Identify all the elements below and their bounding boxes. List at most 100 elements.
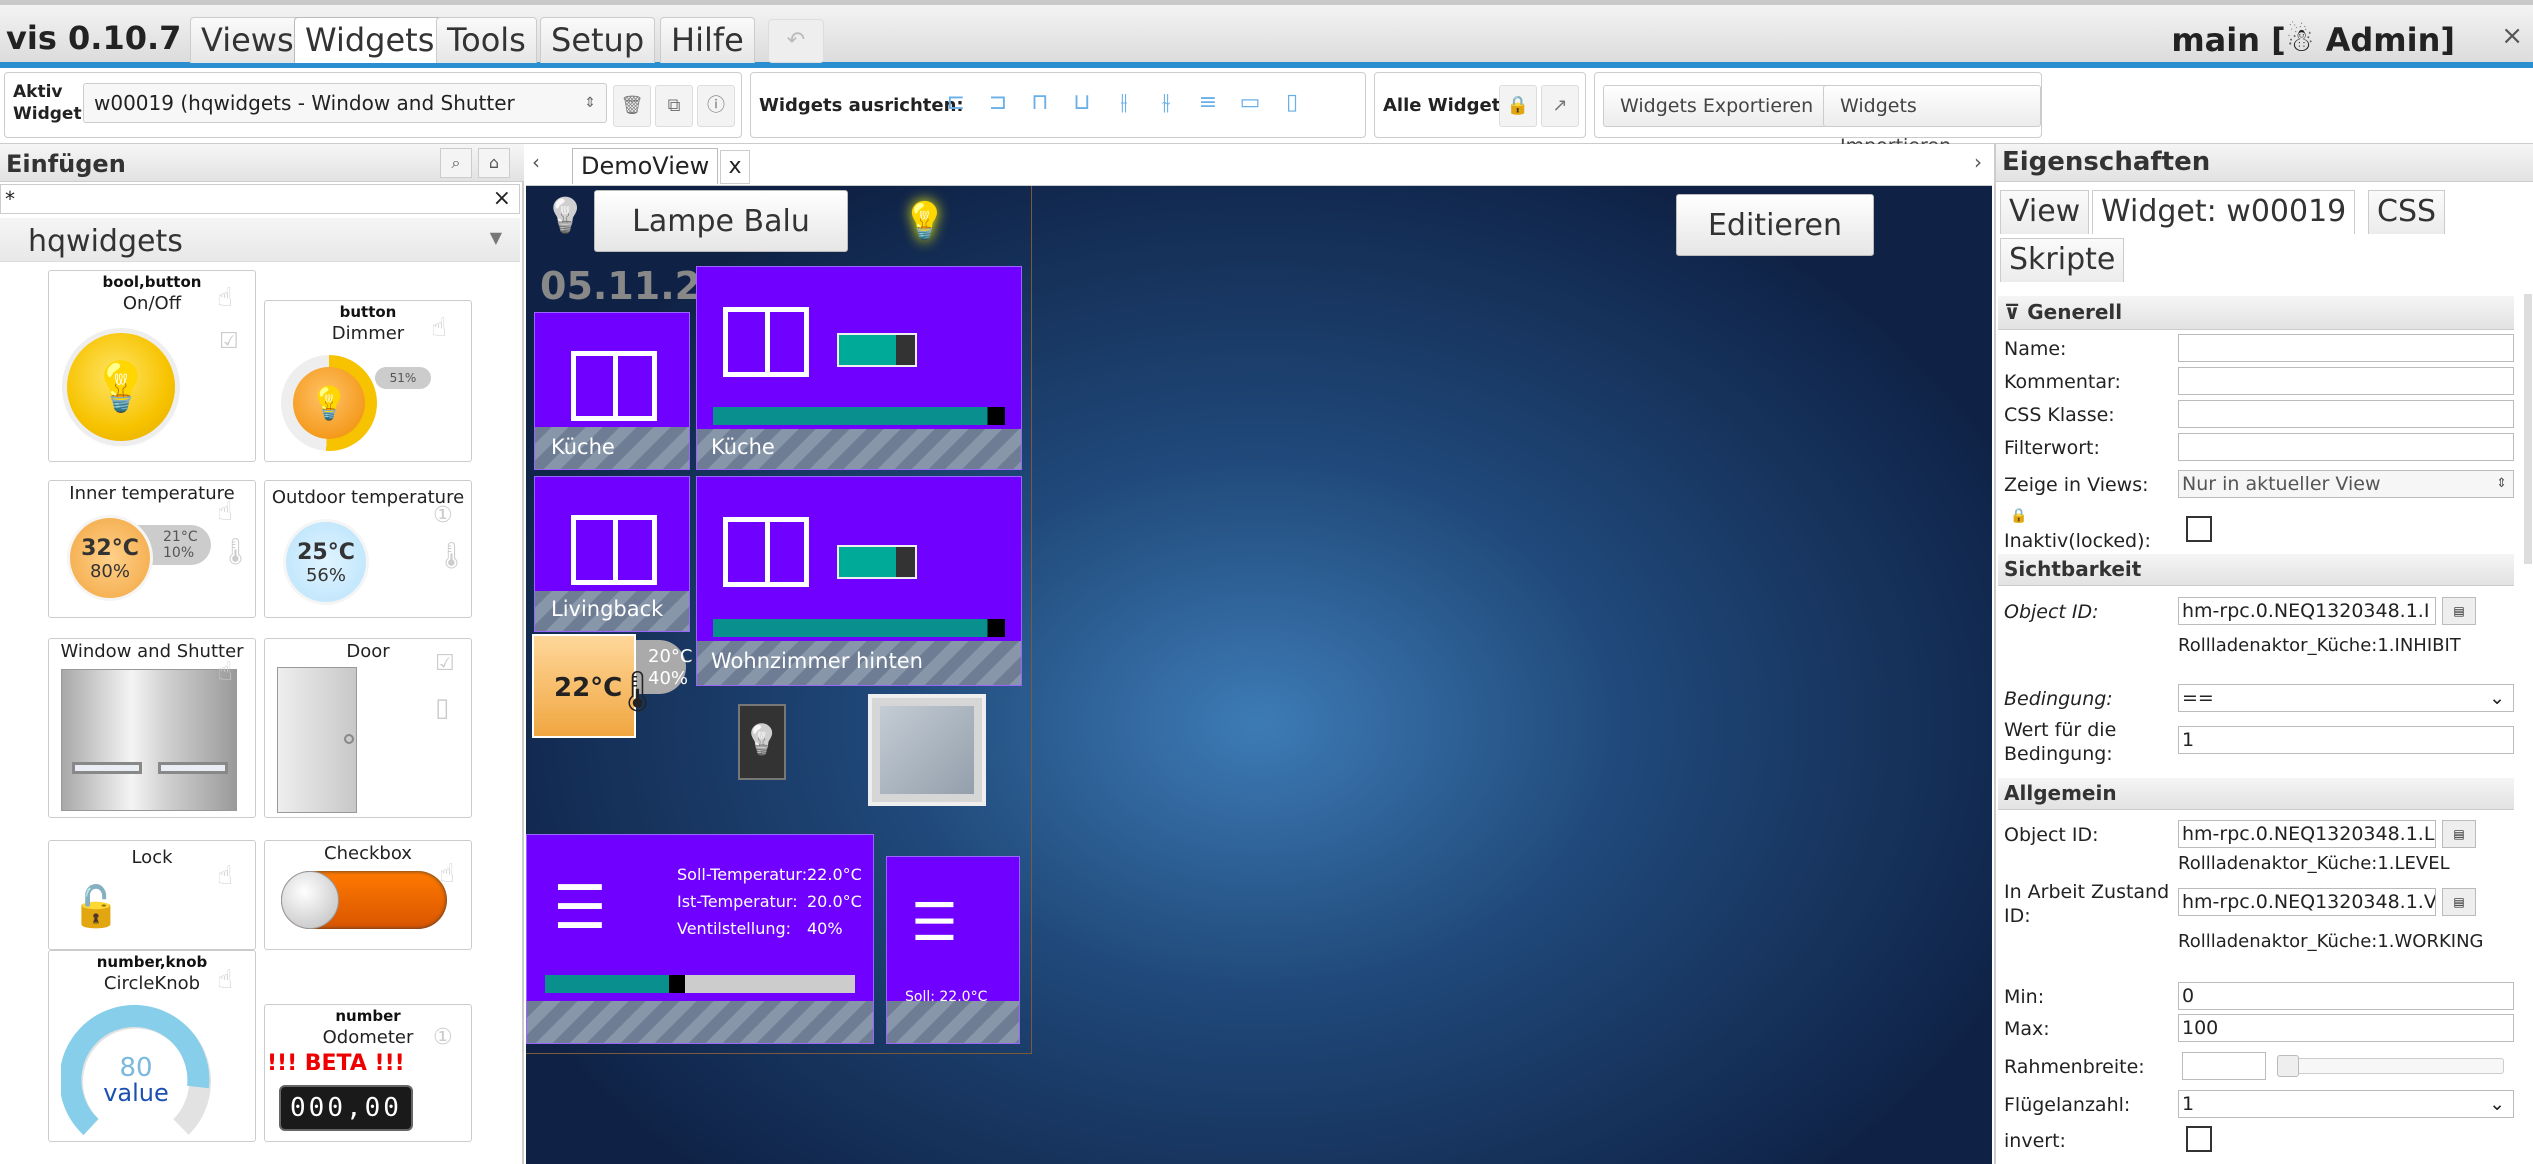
window-tile-kueche-small[interactable]: Küche [534, 312, 690, 470]
select-arrows-icon: ⇕ [584, 95, 596, 111]
checkbox-inaktiv[interactable] [2186, 516, 2212, 542]
distribute-h-button[interactable]: ≡ [1191, 83, 1225, 123]
open-external-button[interactable]: ↗ [1541, 85, 1579, 127]
menu-widgets[interactable]: Widgets [294, 17, 446, 63]
select-bedingung[interactable]: == ⌄ [2178, 684, 2514, 712]
view-tab-close-button[interactable]: x [720, 150, 750, 184]
align-right-button[interactable]: ⊐ [981, 83, 1015, 123]
widget-card-dimmer[interactable]: button Dimmer 51% 💡 ☝ [264, 300, 472, 462]
align-bottom-button[interactable]: ⊔ [1065, 83, 1099, 123]
export-widgets-button[interactable]: Widgets Exportieren [1603, 85, 1831, 127]
widget-card-outdoor-temperature[interactable]: Outdoor temperature 25°C 56% ① 🌡 [264, 480, 472, 618]
input-min[interactable]: 0 [2178, 982, 2514, 1010]
lamp-off-icon[interactable]: 💡 [544, 196, 586, 246]
input-object-id[interactable]: hm-rpc.0.NEQ1320348.1.L [2178, 820, 2436, 848]
view-tab-demoview[interactable]: DemoView [572, 148, 719, 184]
shutter-slider[interactable] [713, 407, 1005, 425]
window-tile-livingback[interactable]: Livingback [534, 476, 690, 632]
same-height-icon: ▯ [1285, 90, 1299, 115]
lamp-on-icon[interactable]: 💡 [902, 200, 947, 250]
delete-widget-button[interactable]: 🗑 [613, 85, 651, 127]
tab-css[interactable]: CSS [2368, 190, 2446, 234]
heating-tile-small[interactable]: ☰ Soll: 22.0°C [886, 856, 1020, 1044]
active-widget-select[interactable]: w00019 (hqwidgets - Window and Shutter ⇕ [83, 83, 607, 123]
input-rahmen[interactable] [2182, 1052, 2266, 1080]
menu-hilfe[interactable]: Hilfe [660, 17, 755, 63]
input-wert[interactable]: 1 [2178, 726, 2514, 754]
widget-card-onoff[interactable]: bool,button On/Off 💡 ☝ ☑ [48, 270, 256, 462]
undo-button[interactable]: ↶ [768, 19, 824, 63]
select-id-button[interactable]: ▤ [2442, 820, 2476, 848]
lock-all-button[interactable]: 🔒 [1499, 85, 1537, 127]
lamp-small-icon[interactable]: 💡 [738, 704, 786, 780]
label-object-id: Object ID: [2004, 824, 2099, 846]
bulb-icon: 💡 [67, 333, 175, 441]
tab-skripte[interactable]: Skripte [2000, 238, 2125, 282]
select-id-button[interactable]: ▤ [2442, 888, 2476, 916]
section-sichtbarkeit-header[interactable]: Sichtbarkeit [1998, 554, 2514, 586]
input-name[interactable] [2178, 334, 2514, 362]
input-object-id-vis[interactable]: hm-rpc.0.NEQ1320348.1.I [2178, 597, 2436, 625]
widget-card-checkbox[interactable]: Checkbox ☝ [264, 840, 472, 950]
tab-view[interactable]: View [2000, 190, 2090, 234]
widget-card-odometer[interactable]: number Odometer !!! BETA !!! 000,00 ① [264, 1004, 472, 1142]
input-max[interactable]: 100 [2178, 1014, 2514, 1042]
number-one-icon: ① [433, 503, 453, 528]
shutter-tile-wohnzimmer[interactable]: Wohnzimmer hinten [696, 476, 1022, 686]
edit-button[interactable]: Editieren [1676, 194, 1874, 256]
select-id-button[interactable]: ▤ [2442, 597, 2476, 625]
close-icon[interactable]: × [2501, 21, 2523, 51]
widget-card-inner-temperature[interactable]: Inner temperature 21°C 10% 32°C 80% ☝ 🌡 [48, 480, 256, 618]
rahmen-slider-handle[interactable] [2277, 1055, 2299, 1077]
clear-filter-icon[interactable]: × [493, 185, 511, 213]
same-height-button[interactable]: ▯ [1275, 83, 1309, 123]
info-widget-button[interactable]: ⓘ [697, 85, 735, 127]
copy-widget-button[interactable]: ⧉ [655, 85, 693, 127]
window-frame-widget[interactable] [868, 694, 986, 806]
import-widgets-button[interactable]: Widgets Importieren [1823, 85, 2041, 157]
input-in-arbeit[interactable]: hm-rpc.0.NEQ1320348.1.V [2178, 888, 2436, 916]
input-css-klasse[interactable] [2178, 400, 2514, 428]
section-allgemein-header[interactable]: Allgemein [1998, 778, 2514, 810]
search-button[interactable]: ⌕ [440, 148, 472, 178]
shutter-slider[interactable] [713, 619, 1005, 637]
widget-card-door[interactable]: Door ☑ ▯ [264, 638, 472, 818]
circleknob-unit: value [103, 1079, 169, 1107]
align-vcenter-button[interactable]: ⫲ [1107, 83, 1141, 123]
valve-slider[interactable] [545, 975, 855, 993]
menu-tools[interactable]: Tools [436, 17, 537, 63]
label-fluegel: Flügelanzahl: [2004, 1094, 2131, 1116]
select-zeige[interactable]: Nur in aktueller View ⇕ [2178, 470, 2514, 498]
tab-widget[interactable]: Widget: w00019 [2092, 190, 2356, 234]
soll-value: 22.0°C [807, 865, 862, 884]
tag-button[interactable]: ⌂ [478, 148, 510, 178]
same-width-button[interactable]: ▭ [1233, 83, 1267, 123]
scroll-right-icon[interactable]: › [1974, 150, 1982, 174]
align-hcenter-button[interactable]: ⫳ [1149, 83, 1183, 123]
input-filterwort[interactable] [2178, 433, 2514, 461]
vis-editor: vis 0.10.7 Views Widgets Tools Setup Hil… [0, 0, 2533, 1164]
vent-value: 40% [807, 919, 843, 938]
align-left-button[interactable]: ⊏ [939, 83, 973, 123]
rahmen-slider[interactable] [2277, 1055, 2504, 1077]
widget-card-lock[interactable]: Lock 🔓 ☝ [48, 840, 256, 950]
input-kommentar[interactable] [2178, 367, 2514, 395]
toggle-knob [281, 871, 339, 929]
scroll-left-icon[interactable]: ‹ [532, 150, 540, 174]
menu-views[interactable]: Views [190, 17, 305, 63]
section-generell-header[interactable]: ⊽ Generell [1998, 296, 2514, 330]
menu-setup[interactable]: Setup [540, 17, 656, 63]
shutter-tile-kueche[interactable]: Küche [696, 266, 1022, 470]
widget-card-window-shutter[interactable]: Window and Shutter ☝ [48, 638, 256, 818]
widget-set-header[interactable]: hqwidgets ▼ [0, 218, 520, 262]
checkbox-invert[interactable] [2186, 1126, 2212, 1152]
view-canvas[interactable]: 💡 Lampe Balu 💡 Editieren 05.11.20 Küche … [526, 186, 1992, 1164]
lamp-balu-button[interactable]: Lampe Balu [594, 190, 848, 252]
vent-label: Ventilstellung: [677, 919, 792, 938]
align-top-button[interactable]: ⊓ [1023, 83, 1057, 123]
widget-filter-input[interactable]: * × [0, 184, 520, 214]
widget-card-circleknob[interactable]: number,knob CircleKnob 80 value ☝ [48, 950, 256, 1142]
select-fluegel[interactable]: 1 ⌄ [2178, 1090, 2514, 1118]
properties-scrollbar[interactable] [2524, 294, 2532, 564]
heating-tile-big[interactable]: ☰ Soll-Temperatur: 22.0°C Ist-Temperatur… [526, 834, 874, 1044]
